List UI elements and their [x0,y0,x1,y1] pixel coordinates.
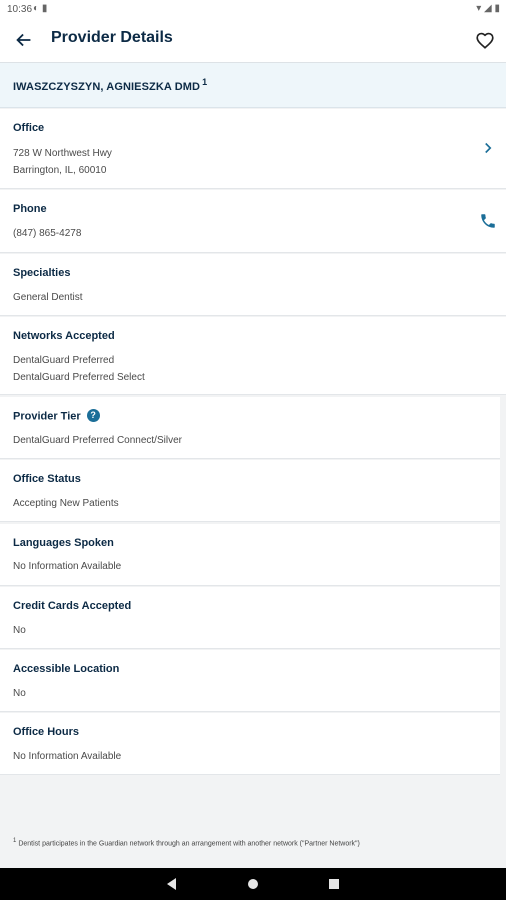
footnote-marker: 1 [202,77,208,87]
notification-icons: ◐ ▮ [33,3,48,14]
provider-name-text: IWASZCZYSZYN, AGNIESZKA DMD [13,81,201,93]
languages-section: Languages Spoken No Information Availabl… [0,524,500,586]
office-address-line1: 728 W Northwest Hwy [13,148,112,159]
office-status-value: Accepting New Patients [13,498,119,509]
credit-cards-label: Credit Cards Accepted [13,600,132,612]
accessible-location-section: Accessible Location No [0,650,500,712]
signal-icon: ◢ [484,3,492,14]
phone-icon[interactable] [479,212,497,230]
provider-tier-label-text: Provider Tier [13,410,81,423]
specialties-section: Specialties General Dentist [0,254,506,316]
phone-number[interactable]: (847) 865-4278 [13,228,81,239]
wifi-icon: ▾ [476,3,482,14]
languages-value: No Information Available [13,561,122,572]
battery-icon: ▮ [494,3,500,14]
help-circle-icon[interactable]: ? [86,409,100,422]
provider-tier-label: Provider Tier? [13,409,100,423]
credit-cards-section: Credit Cards Accepted No [0,587,500,649]
provider-tier-value: DentalGuard Preferred Connect/Silver [13,435,182,446]
system-nav-bar [0,868,506,900]
provider-name: IWASZCZYSZYN, AGNIESZKA DMD 1 [13,77,207,93]
back-arrow-icon[interactable] [13,29,35,51]
office-hours-section: Office Hours No Information Available [0,713,500,775]
heart-outline-icon[interactable] [474,29,496,51]
specialties-value: General Dentist [13,292,83,303]
app-bar: Provider Details [0,18,506,63]
accessible-location-value: No [13,688,26,699]
office-status-section: Office Status Accepting New Patients [0,460,500,522]
networks-section: Networks Accepted DentalGuard Preferred … [0,317,506,395]
office-label: Office [13,122,45,134]
provider-tier-section: Provider Tier? DentalGuard Preferred Con… [0,397,500,459]
office-hours-value: No Information Available [13,751,122,762]
networks-label: Networks Accepted [13,330,115,342]
network-item: DentalGuard Preferred Select [13,372,145,383]
office-status-label: Office Status [13,473,81,485]
office-address-line2: Barrington, IL, 60010 [13,165,107,176]
footnote-number: 1 [13,838,17,844]
languages-label: Languages Spoken [13,537,114,549]
phone-label: Phone [13,203,47,215]
office-section[interactable]: Office 728 W Northwest Hwy Barrington, I… [0,109,506,189]
network-item: DentalGuard Preferred [13,355,115,366]
footnote: 1 Dentist participates in the Guardian ne… [13,838,493,847]
chevron-right-icon[interactable] [479,139,497,157]
provider-name-band: IWASZCZYSZYN, AGNIESZKA DMD 1 [0,63,506,108]
nav-recents-icon[interactable] [326,876,342,892]
system-icons: ▾ ◢ ▮ [476,3,500,14]
specialties-label: Specialties [13,267,71,279]
footnote-text: Dentist participates in the Guardian net… [18,840,360,848]
phone-section[interactable]: Phone (847) 865-4278 [0,190,506,253]
status-bar: 10:36 ◐ ▮ ▾ ◢ ▮ [0,0,506,18]
credit-cards-value: No [13,625,26,636]
office-hours-label: Office Hours [13,726,80,738]
nav-back-icon[interactable] [164,876,180,892]
accessible-location-label: Accessible Location [13,663,120,675]
nav-home-icon[interactable] [245,876,261,892]
status-time: 10:36 [7,4,33,15]
page-title: Provider Details [51,29,173,46]
